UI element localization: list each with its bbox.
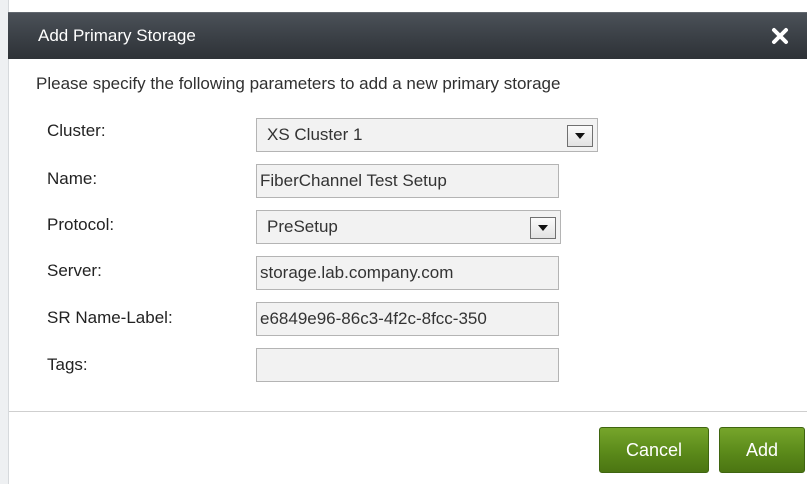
sr-name-label-label: SR Name-Label: bbox=[47, 308, 173, 327]
dialog-title: Add Primary Storage bbox=[38, 26, 196, 45]
dialog-instructions: Please specify the following parameters … bbox=[36, 74, 561, 93]
server-field[interactable] bbox=[256, 256, 559, 290]
protocol-select-value: PreSetup bbox=[267, 217, 338, 236]
add-button[interactable]: Add bbox=[719, 427, 805, 473]
cluster-label: Cluster: bbox=[47, 121, 106, 140]
close-button[interactable] bbox=[766, 22, 794, 50]
chevron-down-icon bbox=[538, 225, 548, 231]
chevron-down-icon bbox=[575, 133, 585, 139]
cluster-dropdown-button[interactable] bbox=[567, 125, 593, 147]
cluster-select-value: XS Cluster 1 bbox=[267, 125, 363, 144]
close-icon bbox=[772, 28, 788, 44]
page-background: Add Primary Storage Please specify the f… bbox=[0, 0, 807, 484]
window-left-edge bbox=[0, 0, 9, 484]
name-field[interactable] bbox=[256, 164, 559, 198]
protocol-select[interactable]: PreSetup bbox=[256, 210, 561, 244]
protocol-label: Protocol: bbox=[47, 215, 115, 234]
footer-divider bbox=[9, 411, 807, 412]
tags-field[interactable] bbox=[256, 348, 559, 382]
name-label: Name: bbox=[47, 169, 98, 188]
sr-name-label-field[interactable] bbox=[256, 302, 559, 336]
cancel-button[interactable]: Cancel bbox=[599, 427, 709, 473]
cluster-select[interactable]: XS Cluster 1 bbox=[256, 118, 598, 152]
protocol-dropdown-button[interactable] bbox=[530, 217, 556, 239]
tags-label: Tags: bbox=[47, 355, 88, 374]
server-label: Server: bbox=[47, 261, 102, 280]
